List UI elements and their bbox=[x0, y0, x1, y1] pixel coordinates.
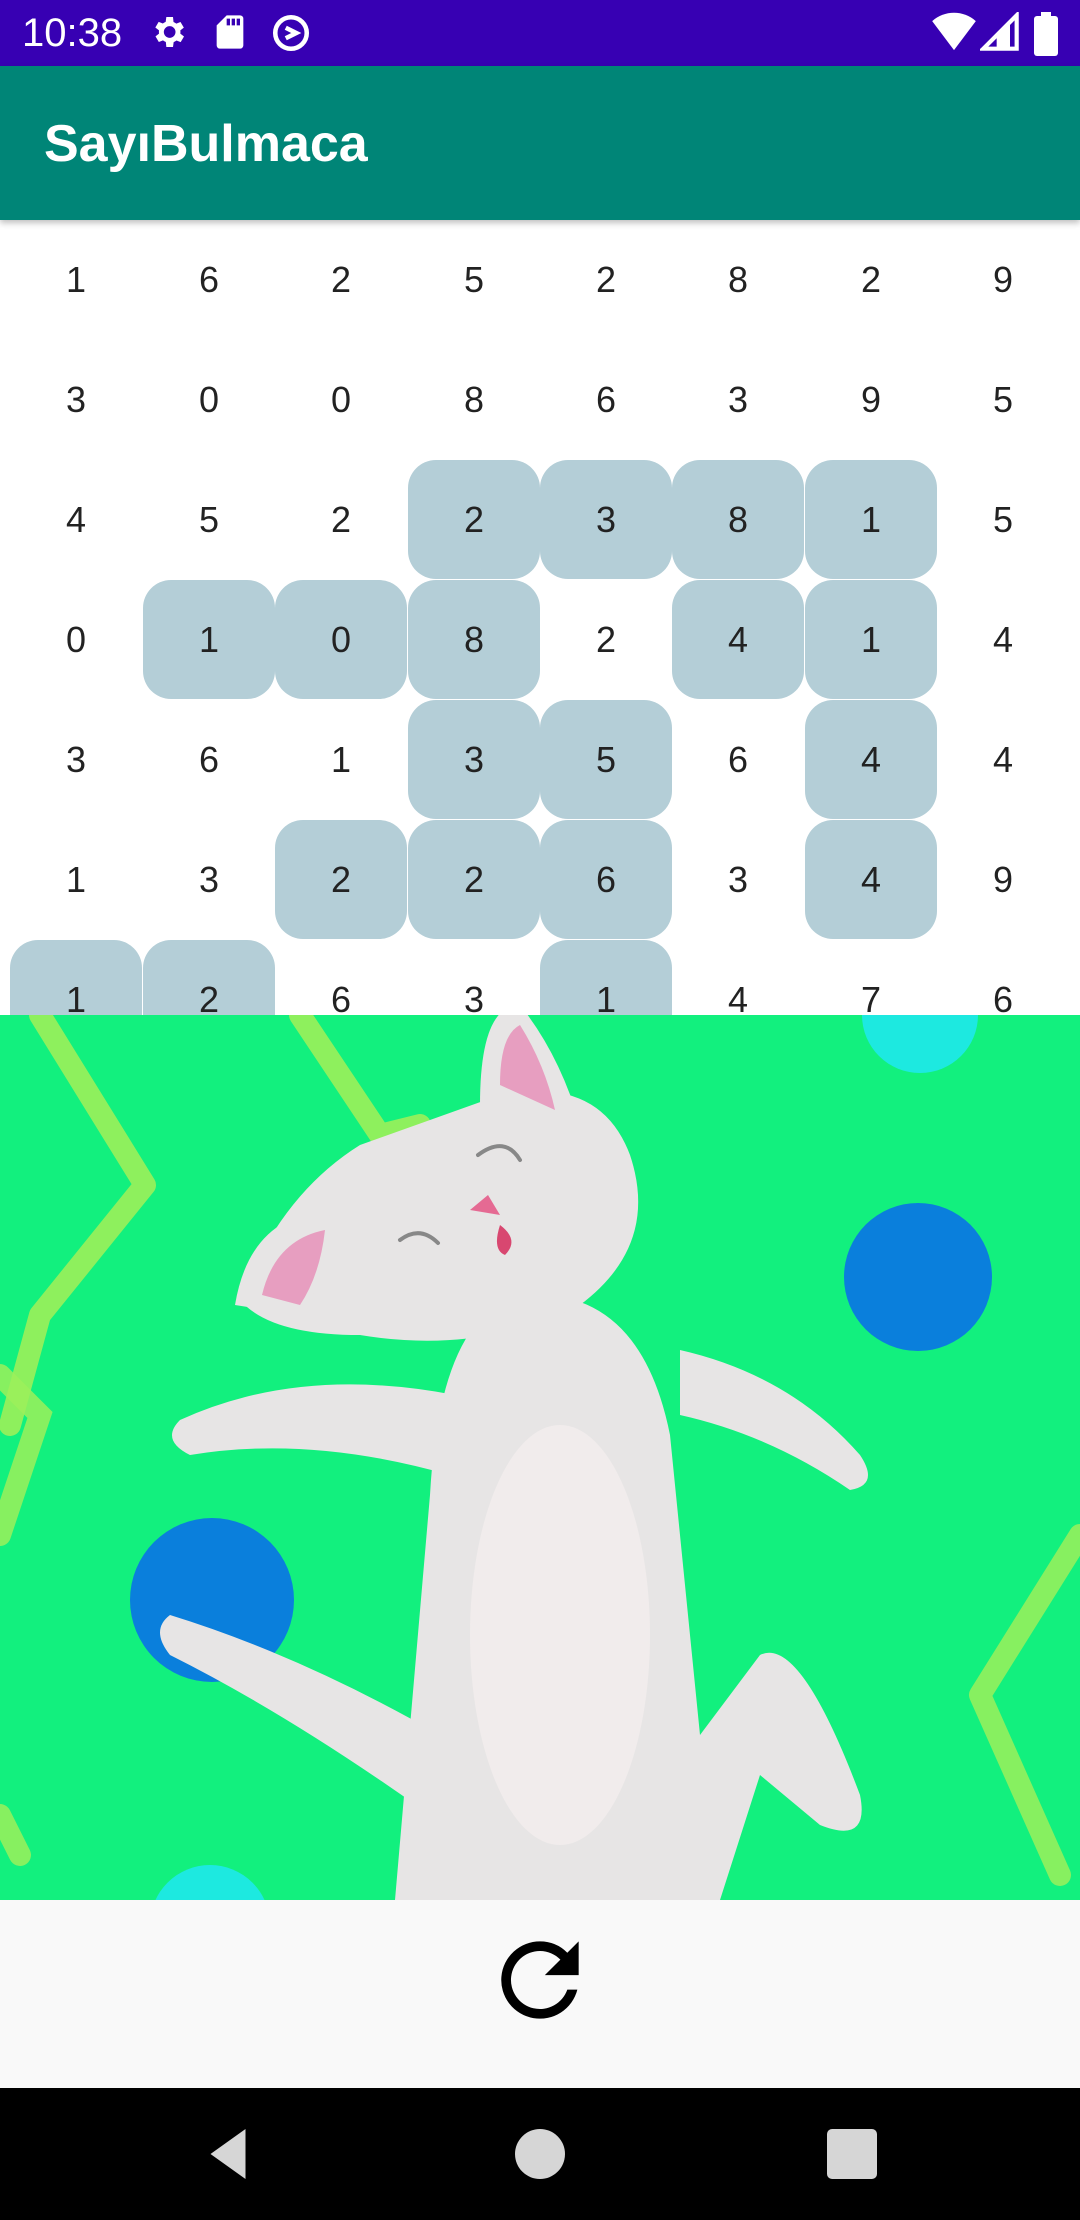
grid-cell[interactable]: 1 bbox=[805, 580, 937, 699]
app-bar: SayıBulmaca bbox=[0, 66, 1080, 220]
grid-cell[interactable]: 2 bbox=[540, 580, 672, 699]
dancing-cat-illustration bbox=[0, 1015, 1080, 1900]
grid-cell[interactable]: 9 bbox=[937, 820, 1069, 939]
grid-cell[interactable]: 4 bbox=[937, 700, 1069, 819]
grid-cell[interactable]: 1 bbox=[143, 580, 275, 699]
grid-cell[interactable]: 1 bbox=[10, 820, 142, 939]
grid-cell[interactable]: 3 bbox=[408, 700, 540, 819]
grid-cell[interactable]: 4 bbox=[805, 700, 937, 819]
status-bar: 10:38 bbox=[0, 0, 1080, 66]
grid-cell[interactable]: 9 bbox=[937, 220, 1069, 339]
grid-cell[interactable]: 9 bbox=[805, 340, 937, 459]
grid-cell[interactable]: 6 bbox=[143, 700, 275, 819]
refresh-button[interactable] bbox=[482, 1922, 598, 2038]
grid-cell[interactable]: 2 bbox=[275, 460, 407, 579]
grid-cell[interactable]: 4 bbox=[672, 580, 804, 699]
grid-cell[interactable]: 5 bbox=[937, 340, 1069, 459]
wifi-icon bbox=[932, 12, 976, 51]
grid-cell[interactable]: 4 bbox=[10, 460, 142, 579]
grid-cell[interactable]: 2 bbox=[275, 820, 407, 939]
sd-card-icon bbox=[216, 15, 244, 49]
recents-icon[interactable] bbox=[822, 2124, 882, 2184]
back-icon[interactable] bbox=[198, 2124, 258, 2184]
grid-cell[interactable]: 4 bbox=[805, 820, 937, 939]
grid-cell[interactable]: 1 bbox=[10, 940, 142, 1015]
grid-cell[interactable]: 3 bbox=[672, 820, 804, 939]
grid-cell[interactable]: 3 bbox=[408, 940, 540, 1016]
grid-cell[interactable]: 2 bbox=[540, 220, 672, 339]
grid-cell[interactable]: 0 bbox=[143, 340, 275, 459]
battery-icon bbox=[1034, 12, 1058, 56]
grid-cell[interactable]: 8 bbox=[408, 340, 540, 459]
app-title: SayıBulmaca bbox=[44, 115, 368, 173]
grid-cell[interactable]: 0 bbox=[275, 580, 407, 699]
grid-cell[interactable]: 3 bbox=[672, 340, 804, 459]
number-grid: 1625282930086395452238150108241436135644… bbox=[0, 220, 1080, 1015]
grid-cell[interactable]: 6 bbox=[275, 940, 407, 1016]
no-data-icon bbox=[272, 14, 310, 52]
status-time: 10:38 bbox=[22, 11, 123, 55]
grid-cell[interactable]: 8 bbox=[672, 460, 804, 579]
celebration-image bbox=[0, 1015, 1080, 1900]
grid-cell[interactable]: 6 bbox=[540, 340, 672, 459]
grid-cell[interactable]: 3 bbox=[143, 820, 275, 939]
home-icon[interactable] bbox=[510, 2124, 570, 2184]
gear-icon bbox=[155, 17, 184, 47]
grid-cell[interactable]: 4 bbox=[672, 940, 804, 1016]
grid-cell[interactable]: 6 bbox=[143, 220, 275, 339]
grid-cell[interactable]: 2 bbox=[408, 460, 540, 579]
grid-cell[interactable]: 4 bbox=[937, 580, 1069, 699]
bottom-panel bbox=[0, 1900, 1080, 2088]
grid-cell[interactable]: 5 bbox=[143, 460, 275, 579]
grid-cell[interactable]: 0 bbox=[275, 340, 407, 459]
grid-cell[interactable]: 8 bbox=[408, 580, 540, 699]
grid-cell[interactable]: 5 bbox=[408, 220, 540, 339]
grid-cell[interactable]: 8 bbox=[672, 220, 804, 339]
grid-cell[interactable]: 6 bbox=[540, 820, 672, 939]
grid-cell[interactable]: 5 bbox=[540, 700, 672, 819]
grid-cell[interactable]: 6 bbox=[937, 940, 1069, 1016]
navigation-bar bbox=[0, 2088, 1080, 2220]
grid-cell[interactable]: 5 bbox=[937, 460, 1069, 579]
grid-cell[interactable]: 2 bbox=[805, 220, 937, 339]
grid-cell[interactable]: 1 bbox=[805, 460, 937, 579]
grid-cell[interactable]: 0 bbox=[10, 580, 142, 699]
grid-cell[interactable]: 1 bbox=[275, 700, 407, 819]
grid-cell[interactable]: 3 bbox=[540, 460, 672, 579]
signal-icon bbox=[980, 12, 1019, 51]
grid-cell[interactable]: 2 bbox=[408, 820, 540, 939]
grid-cell[interactable]: 3 bbox=[10, 340, 142, 459]
grid-cell[interactable]: 6 bbox=[672, 700, 804, 819]
grid-cell[interactable]: 3 bbox=[10, 700, 142, 819]
refresh-icon bbox=[501, 1941, 579, 2019]
grid-cell[interactable]: 1 bbox=[10, 220, 142, 339]
grid-cell[interactable]: 2 bbox=[143, 940, 275, 1015]
grid-cell[interactable]: 1 bbox=[540, 940, 672, 1015]
grid-cell[interactable]: 7 bbox=[805, 940, 937, 1016]
grid-cell[interactable]: 2 bbox=[275, 220, 407, 339]
